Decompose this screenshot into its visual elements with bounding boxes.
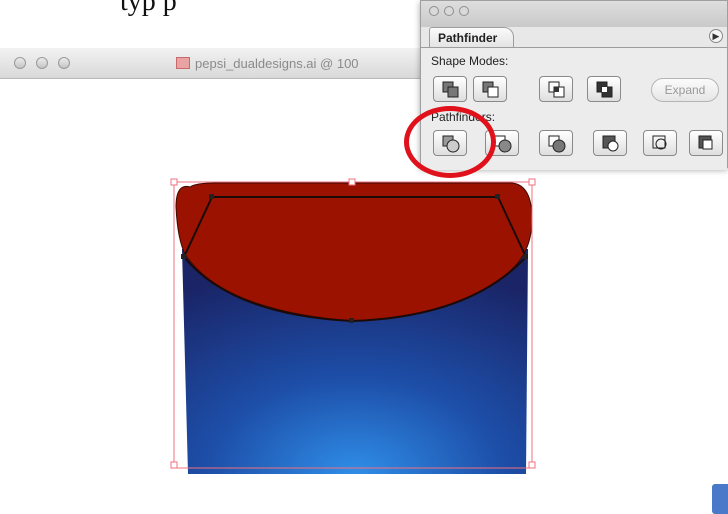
subtract-shape-icon [482, 81, 499, 98]
palette-title-bar[interactable] [421, 1, 727, 27]
palette-menu-icon[interactable]: ▶ [709, 29, 723, 43]
intersect-shape-areas-button[interactable] [539, 76, 573, 102]
minus-back-icon [698, 135, 713, 150]
intersect-shape-icon [548, 81, 565, 98]
subtract-shape-area-button[interactable] [473, 76, 507, 102]
add-shape-icon [442, 81, 459, 98]
ai-document-icon [176, 57, 190, 69]
merge-icon [548, 135, 566, 153]
document-title-bar: pepsi_dualdesigns.ai @ 100 [0, 48, 440, 79]
crop-icon [602, 135, 619, 152]
expand-button[interactable]: Expand [651, 78, 719, 102]
merge-button[interactable] [539, 130, 573, 156]
caption-text: typ p [120, 0, 177, 17]
exclude-shape-icon [596, 81, 613, 98]
add-to-shape-area-button[interactable] [433, 76, 467, 102]
exclude-overlapping-button[interactable] [587, 76, 621, 102]
trim-icon [494, 135, 512, 153]
close-window-button[interactable] [14, 57, 26, 69]
outline-button[interactable] [643, 130, 677, 156]
highlight-circle [404, 106, 496, 178]
palette-close-button[interactable] [429, 6, 439, 16]
palette-zoom-button[interactable] [459, 6, 469, 16]
shape-modes-label: Shape Modes: [431, 54, 509, 68]
zoom-window-button[interactable] [58, 57, 70, 69]
scrollbar-handle[interactable] [712, 484, 728, 514]
document-title-text: pepsi_dualdesigns.ai @ 100 [195, 56, 359, 71]
crop-button[interactable] [593, 130, 627, 156]
tab-pathfinder[interactable]: Pathfinder [429, 27, 515, 48]
document-title: pepsi_dualdesigns.ai @ 100 [176, 56, 359, 71]
minus-back-button[interactable] [689, 130, 723, 156]
outline-icon [652, 135, 667, 150]
palette-minimize-button[interactable] [444, 6, 454, 16]
minimize-window-button[interactable] [36, 57, 48, 69]
